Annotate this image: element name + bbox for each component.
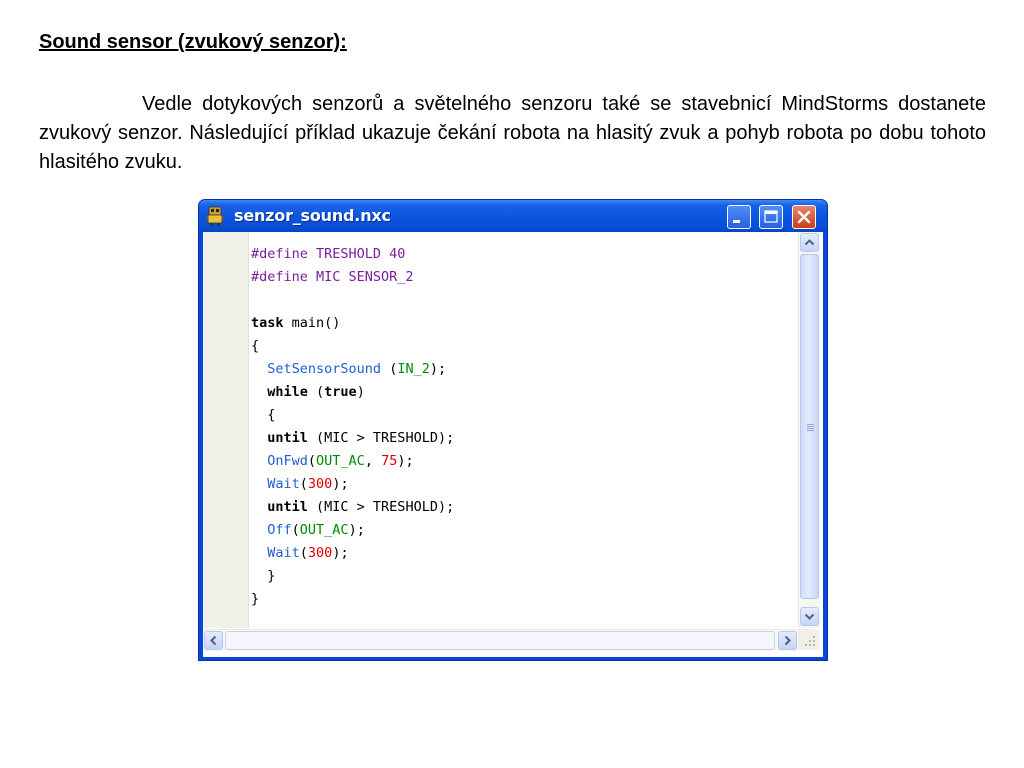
code-token: } [251, 591, 260, 607]
minimize-icon [733, 220, 740, 223]
vertical-scrollbar[interactable] [798, 232, 820, 628]
chevron-right-icon [784, 635, 791, 646]
code-line: SetSensorSound (IN_2); [251, 358, 797, 381]
scroll-down-button[interactable] [800, 607, 819, 626]
code-line: #define TRESHOLD 40 [251, 243, 797, 266]
code-editor[interactable]: #define TRESHOLD 40 #define MIC SENSOR_2 … [251, 243, 797, 623]
code-token: SetSensorSound [267, 361, 382, 377]
code-token: Wait [267, 476, 300, 492]
chevron-down-icon [804, 613, 815, 620]
code-token: OUT_AC [316, 453, 365, 469]
code-token: 300 [307, 545, 333, 561]
resize-grip[interactable] [798, 629, 819, 650]
code-token: ) [356, 384, 365, 400]
code-line: task main() [251, 312, 797, 335]
code-token: main() [283, 315, 341, 331]
code-token: ( [307, 453, 317, 469]
window-title: senzor_sound.nxc [234, 206, 391, 225]
maximize-button[interactable] [759, 205, 783, 229]
code-token: ); [397, 453, 414, 469]
code-token: until [267, 499, 308, 515]
line-gutter[interactable] [203, 232, 249, 628]
resize-grip-icon [805, 636, 815, 646]
code-token: Wait [267, 545, 300, 561]
code-line: until (MIC > TRESHOLD); [251, 496, 797, 519]
editor-client-area: #define TRESHOLD 40 #define MIC SENSOR_2 … [203, 232, 823, 657]
code-token: Off [267, 522, 292, 538]
horizontal-scrollbar[interactable] [203, 629, 798, 651]
code-line: Off(OUT_AC); [251, 519, 797, 542]
code-token: ); [348, 522, 365, 538]
code-token: { [251, 338, 260, 354]
code-token: , [364, 453, 382, 469]
code-line: until (MIC > TRESHOLD); [251, 427, 797, 450]
close-icon [797, 210, 811, 224]
code-token: ( [307, 384, 325, 400]
code-line: Wait(300); [251, 542, 797, 565]
code-token: until [267, 430, 308, 446]
code-token: { [251, 407, 276, 423]
code-token: OnFwd [267, 453, 308, 469]
minimize-button[interactable] [727, 205, 751, 229]
code-line: while (true) [251, 381, 797, 404]
code-line: { [251, 335, 797, 358]
code-token: 300 [307, 476, 333, 492]
code-token: } [251, 568, 276, 584]
code-token: #define TRESHOLD 40 [251, 246, 406, 262]
code-token: ( [299, 476, 308, 492]
code-token: ( [291, 522, 300, 538]
chevron-left-icon [210, 635, 217, 646]
code-line: OnFwd(OUT_AC, 75); [251, 450, 797, 473]
scroll-right-button[interactable] [778, 631, 797, 650]
scroll-up-button[interactable] [800, 233, 819, 252]
close-button[interactable] [792, 205, 816, 229]
code-token: ( [299, 545, 308, 561]
code-token: ); [332, 476, 349, 492]
chevron-up-icon [804, 239, 815, 246]
code-token: ); [332, 545, 349, 561]
code-token: (MIC > TRESHOLD); [307, 499, 455, 515]
code-line: #define MIC SENSOR_2 [251, 266, 797, 289]
code-token: task [251, 315, 284, 331]
horizontal-scroll-thumb[interactable] [225, 631, 775, 650]
vertical-scroll-thumb[interactable] [800, 254, 819, 599]
grip-icon [807, 424, 814, 432]
code-line: { [251, 404, 797, 427]
code-line: } [251, 565, 797, 588]
code-token: IN_2 [397, 361, 430, 377]
title-bar[interactable]: senzor_sound.nxc [199, 200, 827, 232]
scroll-left-button[interactable] [204, 631, 223, 650]
code-token: (MIC > TRESHOLD); [307, 430, 455, 446]
code-token: ); [429, 361, 447, 377]
editor-window: senzor_sound.nxc #define TRESHOLD 40 #def… [198, 199, 828, 661]
maximize-icon [764, 210, 778, 223]
code-line: Wait(300); [251, 473, 797, 496]
slide-paragraph: Vedle dotykových senzorů a světelného se… [39, 93, 986, 173]
slide-heading: Sound sensor (zvukový senzor): [39, 31, 347, 53]
nxc-robot-icon[interactable] [205, 206, 225, 226]
code-token: ( [381, 361, 398, 377]
code-token: true [324, 384, 357, 400]
code-token: 75 [381, 453, 398, 469]
code-token: #define MIC SENSOR_2 [251, 269, 414, 285]
code-token: while [267, 384, 308, 400]
code-token: OUT_AC [299, 522, 349, 538]
code-line: } [251, 588, 797, 611]
